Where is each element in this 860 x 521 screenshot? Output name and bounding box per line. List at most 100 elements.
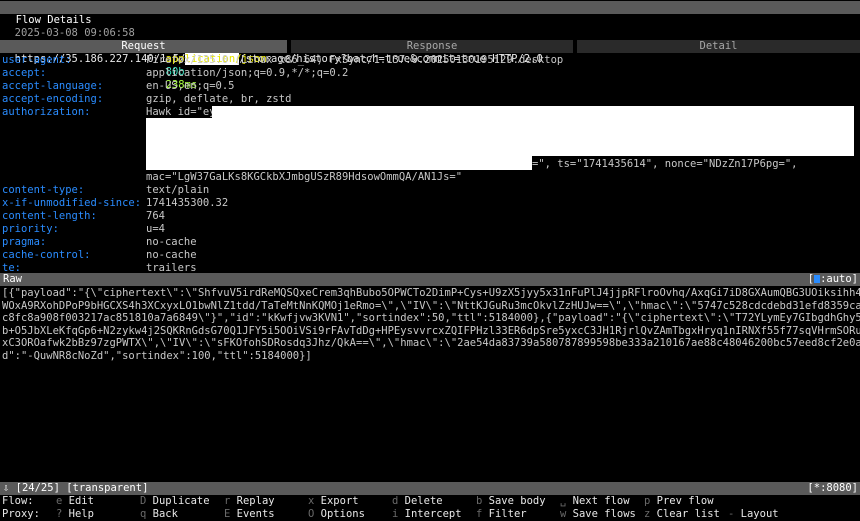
keybinding-events[interactable]: E Events [224, 508, 275, 521]
redacted-block [146, 156, 532, 170]
authorization-mac-text: mac="LgW37GaLKs8KGCkbXJmbgUSzR89HdsowOmm… [146, 171, 463, 183]
status-left: ⇩ [24/25] [transparent] [3, 482, 149, 494]
keybinding-edit[interactable]: e Edit [56, 495, 94, 508]
key-hint: - [728, 508, 735, 520]
flow-keybindings: Flow: e Edit D Duplicate r Replay x Expo… [0, 495, 860, 508]
keybinding-duplicate[interactable]: D Duplicate [140, 495, 210, 508]
key-label: Events [236, 508, 275, 520]
keybinding-save-flows[interactable]: w Save flows [560, 508, 636, 521]
raw-section-bar: Raw [:auto] [0, 273, 860, 286]
tab-detail[interactable]: Detail [577, 40, 860, 53]
header-key: pragma: [2, 236, 47, 248]
key-label: Save flows [572, 508, 636, 520]
keybinding-prev-flow[interactable]: p Prev flow [644, 495, 714, 508]
keybinding-layout[interactable]: - Layout [728, 508, 779, 521]
keybinding-replay[interactable]: r Replay [224, 495, 275, 508]
key-label: Intercept [404, 508, 462, 520]
header-key: content-length: [2, 210, 97, 222]
view-mode-label: :auto] [820, 273, 858, 285]
key-hint: ? [56, 508, 63, 520]
key-hint: ␣ [560, 495, 567, 507]
tab-request[interactable]: Request [0, 40, 287, 53]
raw-line: d":"-QuwNR8cNoZd","sortindex":100,"ttl":… [2, 349, 312, 362]
keybinding-options[interactable]: O Options [308, 508, 365, 521]
raw-line: xC3OROafwk2bBz97zgPWTX\",\"IV\":\"sFKOfo… [2, 337, 860, 350]
raw-line: b+O5JbXLeKfqGp6+N2zykw4j2SQKRnGdsG70Q1JF… [2, 324, 860, 337]
header-key: accept: [2, 67, 47, 79]
header-key: accept-encoding: [2, 93, 104, 105]
key-label: Filter [488, 508, 527, 520]
header-value: u=4 [146, 223, 165, 235]
keybinding-clear-list[interactable]: z Clear list [644, 508, 720, 521]
flow-label: Flow: [2, 495, 34, 507]
response-summary: ← 200 application/json 80b 238ms [153, 27, 267, 91]
key-label: Back [152, 508, 178, 520]
key-hint: r [224, 495, 231, 507]
header-key: priority: [2, 223, 59, 235]
header-value: gzip, deflate, br, zstd [146, 93, 292, 105]
redacted-block [212, 106, 854, 118]
key-hint: x [308, 495, 315, 507]
key-label: Next flow [572, 495, 630, 507]
key-hint: d [392, 495, 399, 507]
header-value: application/json;q=0.9,*/*;q=0.2 [146, 67, 349, 79]
header-key: user-agent: [2, 54, 72, 66]
tab-request-label: Request [121, 40, 166, 52]
key-hint: O [308, 508, 315, 520]
key-label: Prev flow [656, 495, 714, 507]
header-value: Firefox/135.0 (Linux x86_64) FxSync/1.13… [146, 54, 564, 66]
key-label: Layout [740, 508, 779, 520]
key-label: Duplicate [152, 495, 210, 507]
raw-line: c8fc8a908f003217ac851810a7a6849\"}","id"… [2, 312, 860, 325]
keybinding-next-flow[interactable]: ␣ Next flow [560, 495, 630, 508]
header-key: authorization: [2, 106, 91, 118]
keybinding-back[interactable]: q Back [140, 508, 178, 521]
view-mode-selector[interactable]: [:auto] [808, 273, 858, 286]
key-label: Replay [236, 495, 275, 507]
redacted-block [146, 118, 854, 156]
key-label: Options [320, 508, 365, 520]
authorization-ts-nonce: =", ts="1741435614", nonce="NDzZn17P6pg=… [532, 158, 798, 171]
header-key: accept-language: [2, 80, 104, 92]
key-label: Edit [68, 495, 94, 507]
keybinding-save-body[interactable]: b Save body [476, 495, 546, 508]
keybinding-filter[interactable]: f Filter [476, 508, 527, 521]
header-value: 1741435300.32 [146, 197, 229, 209]
keybinding-intercept[interactable]: i Intercept [392, 508, 462, 521]
key-hint: p [644, 495, 651, 507]
header-value: en-US,en;q=0.5 [146, 80, 235, 92]
header-value: 764 [146, 210, 165, 222]
key-hint: z [644, 508, 651, 520]
key-hint: e [56, 495, 63, 507]
proxy-label: Proxy: [2, 508, 40, 520]
header-key: cache-control: [2, 249, 91, 261]
authorization-ts-nonce-text: =", ts="1741435614", nonce="NDzZn17P6pg=… [532, 158, 798, 170]
key-hint: q [140, 508, 147, 520]
key-hint: D [140, 495, 147, 507]
keybinding-export[interactable]: x Export [308, 495, 359, 508]
proxy-keybindings: Proxy: ? Help q Back E Events O Options … [0, 508, 860, 521]
tab-response-label: Response [406, 40, 458, 52]
raw-label: Raw [3, 273, 22, 285]
header-value: text/plain [146, 184, 210, 196]
tab-response[interactable]: Response [291, 40, 573, 53]
key-hint: w [560, 508, 567, 520]
detail-tabs: Request Response Detail [0, 40, 860, 53]
keybinding-delete[interactable]: d Delete [392, 495, 443, 508]
key-hint: b [476, 495, 483, 507]
key-hint: i [392, 508, 399, 520]
key-hint: E [224, 508, 231, 520]
header-value: no-cache [146, 249, 197, 261]
raw-line: [{"payload":"{\"ciphertext\":\"ShfvuV5ir… [2, 287, 860, 299]
key-label: Export [320, 495, 359, 507]
authorization-mac: mac="LgW37GaLKs8KGCkbXJmbgUSzR89HdsowOmm… [146, 171, 462, 184]
key-label: Help [68, 508, 94, 520]
raw-body[interactable]: [{"payload":"{\"ciphertext\":\"ShfvuV5ir… [2, 287, 860, 363]
tab-detail-label: Detail [699, 40, 738, 52]
header-value: no-cache [146, 236, 197, 248]
header-key: x-if-unmodified-since: [2, 197, 142, 209]
raw-line: WOxA9RXohDPoP9bHGCXS4h3XCxyxLO1bwNlZ1tdd… [2, 299, 860, 312]
keybinding-help[interactable]: ? Help [56, 508, 94, 521]
key-label: Delete [404, 495, 443, 507]
request-line: 2025-03-08 09:06:58 POST https://35.186.… [2, 14, 543, 65]
